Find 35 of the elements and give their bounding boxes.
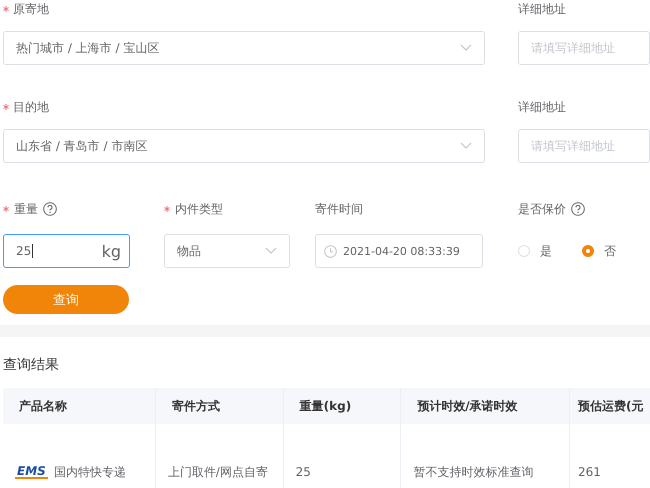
address-input[interactable]: 请填写详细地址 (518, 31, 650, 65)
ems-logo: EMS (15, 465, 48, 479)
chevron-down-icon (460, 142, 472, 150)
table-cell: 25 (283, 424, 401, 488)
field-label: 详细地址 (518, 1, 567, 17)
chevron-down-icon (460, 44, 472, 52)
weight-input[interactable]: 25 kg (3, 234, 130, 268)
radio-option[interactable]: 是 (518, 242, 552, 260)
item-type-select[interactable]: 物品 (164, 234, 290, 268)
column-header: 预计时效/承诺时效 (400, 388, 570, 424)
region-select[interactable]: 热门城市 / 上海市 / 宝山区 (3, 31, 485, 65)
field-label: 内件类型 (175, 201, 223, 217)
field-label: 目的地 (13, 99, 49, 115)
help-icon[interactable] (43, 202, 57, 216)
region-select[interactable]: 山东省 / 青岛市 / 市南区 (3, 129, 485, 163)
field-label: 原寄地 (13, 1, 49, 17)
column-header: 预估运费(元 (570, 388, 650, 424)
date-time-picker[interactable]: 2021-04-20 08:33:39 (315, 234, 483, 268)
column-header: 重量(kg) (283, 388, 401, 424)
table-cell: 261 (570, 424, 650, 488)
help-icon[interactable] (571, 202, 585, 216)
field-label: 是否保价 (518, 201, 566, 217)
chevron-down-icon (265, 247, 277, 255)
table-cell: 暂不支持时效标准查询 (400, 424, 570, 488)
field-label: 重量 (14, 201, 38, 217)
clock-icon (324, 244, 337, 258)
field-label: 详细地址 (518, 99, 567, 115)
field-label: 寄件时间 (315, 201, 363, 217)
section-title: 查询结果 (3, 356, 60, 375)
table-cell: 上门取件/网点自寄 (155, 424, 284, 488)
radio-option[interactable]: 否 (582, 242, 616, 260)
product-name: 国内特快专递 (54, 464, 126, 480)
column-header: 寄件方式 (155, 388, 284, 424)
column-header: 产品名称 (3, 388, 156, 424)
address-input[interactable]: 请填写详细地址 (518, 129, 650, 163)
